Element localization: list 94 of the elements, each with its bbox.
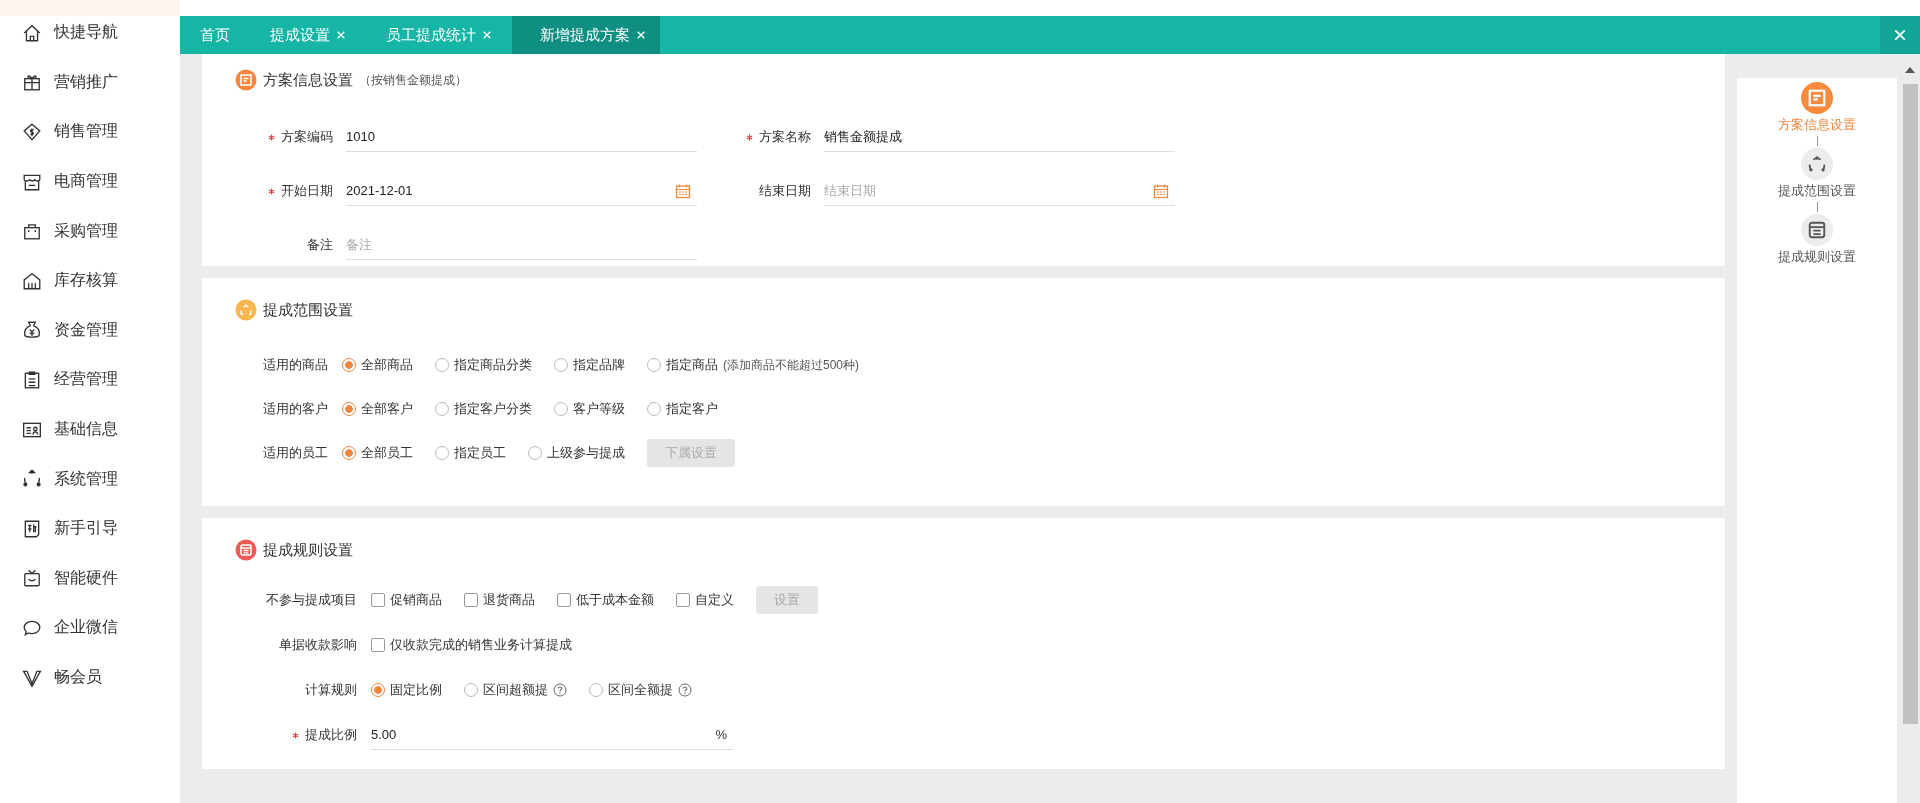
- date-field[interactable]: 结束日期: [824, 176, 1175, 206]
- radio-option[interactable]: 客户等级: [554, 400, 625, 418]
- input-field[interactable]: 备注: [346, 230, 697, 260]
- list-icon: [1801, 214, 1833, 246]
- radio-button[interactable]: [371, 683, 385, 697]
- radio-button[interactable]: [342, 402, 356, 416]
- close-icon[interactable]: [636, 30, 646, 40]
- tab[interactable]: 新增提成方案: [512, 16, 660, 54]
- sidebar-item[interactable]: 快捷导航: [0, 8, 180, 58]
- date-field[interactable]: 2021-12-01: [346, 176, 697, 206]
- sidebar-item[interactable]: 资金管理: [0, 305, 180, 356]
- dotted-circle-icon: [1801, 148, 1833, 180]
- sidebar-item[interactable]: 新手引导: [0, 503, 180, 554]
- section-title: 提成范围设置: [263, 300, 353, 320]
- field-label: 备注: [307, 236, 333, 254]
- section-title: 方案信息设置: [263, 70, 353, 90]
- home-icon: [22, 22, 42, 43]
- document-icon: [1801, 82, 1833, 114]
- row-label: 适用的员工: [263, 444, 328, 462]
- scrollbar-thumb[interactable]: [1902, 84, 1918, 724]
- section-title: 提成规则设置: [263, 540, 353, 560]
- radio-option[interactable]: 区间全额提: [589, 681, 692, 699]
- row-label: 不参与提成项目: [265, 591, 357, 609]
- checkbox[interactable]: [676, 593, 690, 607]
- row-label: 适用的客户: [263, 400, 328, 418]
- radio-option[interactable]: 指定品牌: [554, 356, 625, 374]
- radio-option[interactable]: 指定商品 (添加商品不能超过500种): [647, 356, 859, 374]
- calendar-icon[interactable]: [675, 183, 691, 199]
- radio-option[interactable]: 区间超额提: [464, 681, 567, 699]
- input-field[interactable]: 1010: [346, 122, 697, 152]
- up-arrow-icon[interactable]: [1905, 66, 1915, 74]
- field-label: 提成比例: [305, 726, 357, 744]
- field-label: 方案编码: [281, 128, 333, 146]
- close-button[interactable]: [1880, 16, 1920, 54]
- checkbox-option[interactable]: 仅收款完成的销售业务计算提成: [371, 636, 572, 654]
- radio-option[interactable]: 指定客户分类: [435, 400, 532, 418]
- radio-option[interactable]: 全部商品: [342, 356, 413, 374]
- close-icon: [1893, 28, 1907, 42]
- sidebar-item[interactable]: 智能硬件: [0, 553, 180, 604]
- field-label: 方案名称: [759, 128, 811, 146]
- radio-option[interactable]: 全部客户: [342, 400, 413, 418]
- checkbox-option[interactable]: 低于成本金额: [557, 591, 654, 609]
- step-item[interactable]: 提成规则设置: [1778, 214, 1856, 266]
- step-item[interactable]: 提成范围设置: [1778, 148, 1856, 200]
- sidebar-item[interactable]: 系统管理: [0, 454, 180, 504]
- money-bag-icon: [22, 320, 42, 341]
- radio-button[interactable]: [342, 358, 356, 372]
- radio-option[interactable]: 指定员工: [435, 444, 506, 462]
- radio-option[interactable]: 指定客户: [647, 400, 718, 418]
- help-icon[interactable]: [553, 683, 567, 697]
- field-label: 开始日期: [281, 182, 333, 200]
- checkbox[interactable]: [557, 593, 571, 607]
- clipboard-icon: [22, 369, 42, 390]
- list-icon: [235, 539, 257, 561]
- help-icon[interactable]: [678, 683, 692, 697]
- field-label: 结束日期: [759, 182, 811, 200]
- checkbox[interactable]: [371, 638, 385, 652]
- sidebar-item[interactable]: 基础信息: [0, 404, 180, 455]
- sidebar-item[interactable]: 畅会员: [0, 652, 180, 703]
- gift-icon: [22, 72, 42, 93]
- sidebar-item[interactable]: 电商管理: [0, 156, 180, 207]
- radio-option[interactable]: 固定比例: [371, 681, 442, 699]
- close-icon[interactable]: [482, 30, 492, 40]
- new-badge-icon: [22, 518, 42, 539]
- row-label: 单据收款影响: [278, 636, 357, 654]
- sidebar-item[interactable]: 销售管理: [0, 107, 180, 157]
- tv-icon: [22, 568, 42, 589]
- checkbox-option[interactable]: 自定义: [676, 591, 734, 609]
- radio-option[interactable]: 全部员工: [342, 444, 413, 462]
- checkbox[interactable]: [371, 593, 385, 607]
- radio-option[interactable]: 上级参与提成: [528, 444, 625, 462]
- row-label: 计算规则: [304, 681, 357, 699]
- document-icon: [235, 69, 257, 91]
- radio-option[interactable]: 指定商品分类: [435, 356, 532, 374]
- sidebar-item[interactable]: 库存核算: [0, 255, 180, 306]
- checkbox[interactable]: [464, 593, 478, 607]
- calendar-icon[interactable]: [1153, 183, 1169, 199]
- tag-icon: [22, 122, 42, 142]
- section-subtitle: （按销售金额提成）: [359, 71, 467, 89]
- row-label: 适用的商品: [263, 356, 328, 374]
- radio-button[interactable]: [342, 446, 356, 460]
- unit-label: %: [715, 727, 727, 742]
- sidebar-item[interactable]: 营销推广: [0, 57, 180, 108]
- hint-text: (添加商品不能超过500种): [723, 356, 859, 374]
- checkbox-option[interactable]: 退货商品: [464, 591, 535, 609]
- bag-icon: [22, 221, 42, 242]
- checkbox-option[interactable]: 促销商品: [371, 591, 442, 609]
- sidebar-item[interactable]: 经营管理: [0, 355, 180, 405]
- warehouse-icon: [22, 270, 42, 291]
- sidebar-item[interactable]: 采购管理: [0, 206, 180, 256]
- sidebar-item[interactable]: 企业微信: [0, 603, 180, 653]
- dotted-circle-icon: [235, 299, 257, 321]
- input-field[interactable]: 销售金额提成: [824, 122, 1175, 152]
- close-icon[interactable]: [336, 30, 346, 40]
